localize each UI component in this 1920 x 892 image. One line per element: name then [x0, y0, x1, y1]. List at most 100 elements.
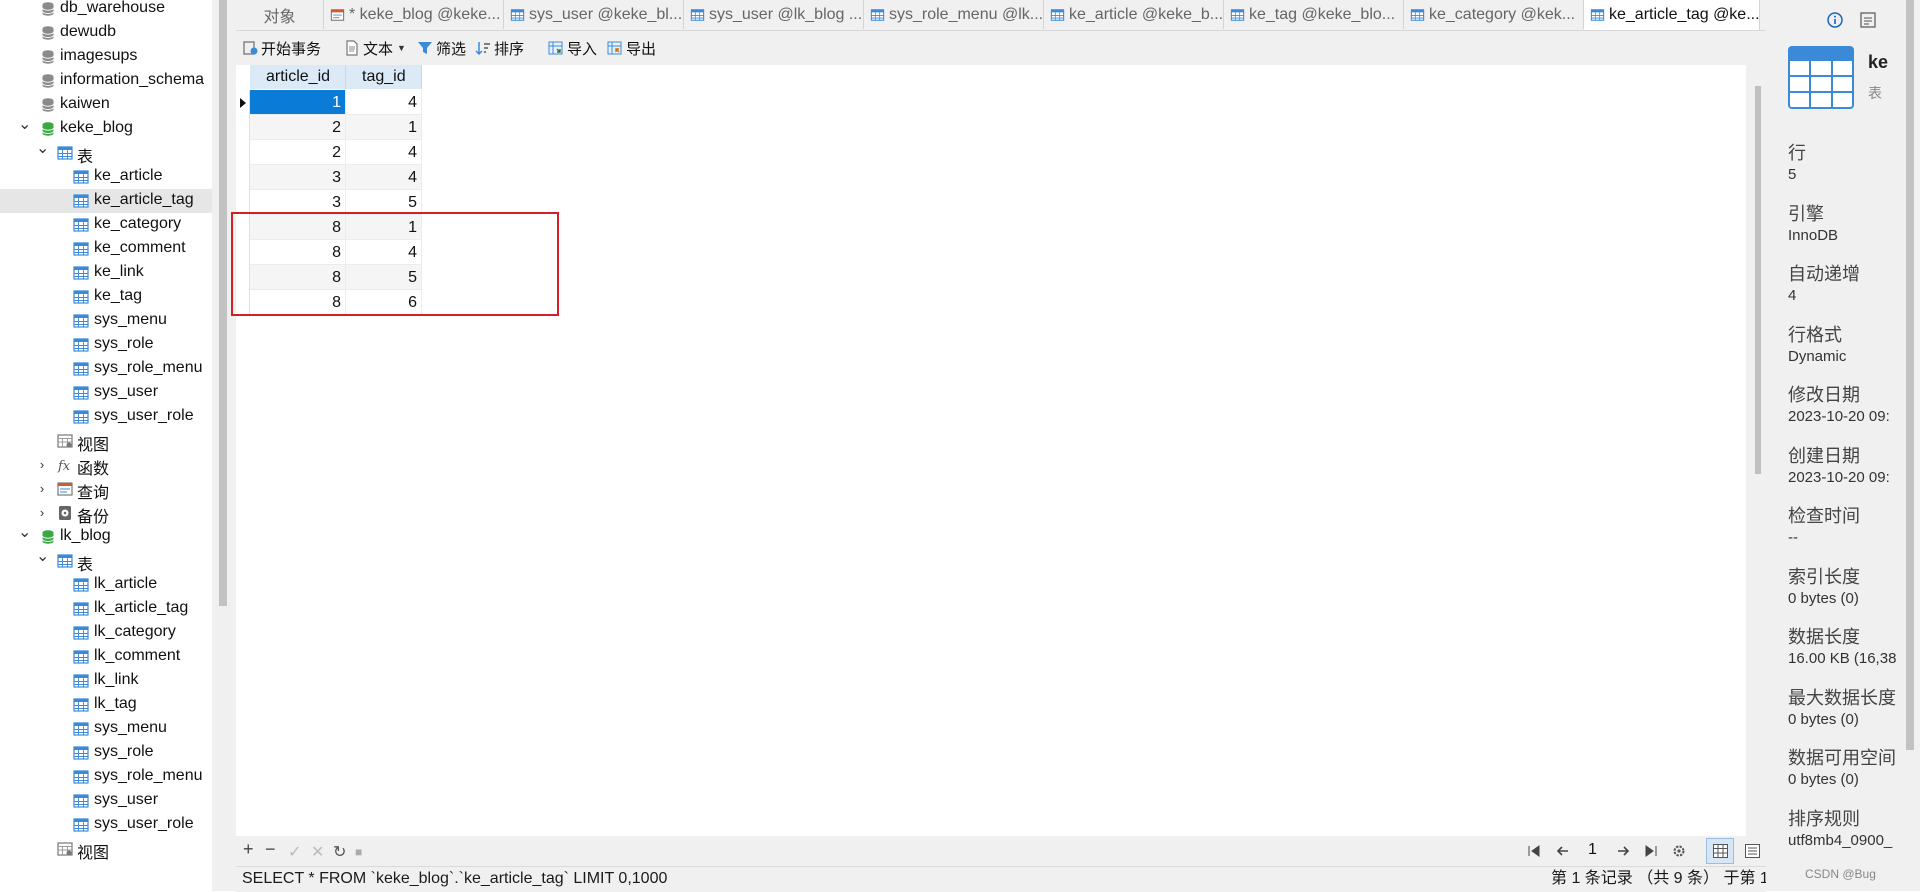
tree-item[interactable]: sys_user [0, 381, 212, 405]
tree-item[interactable]: dewudb [0, 21, 212, 45]
filter-button[interactable]: 筛选 [417, 37, 466, 59]
tree-item[interactable]: sys_role [0, 333, 212, 357]
add-record-button[interactable]: + [243, 839, 254, 860]
table-row[interactable]: 14 [236, 90, 422, 115]
tree-item[interactable]: sys_user_role [0, 405, 212, 429]
tab-item[interactable]: ke_tag @keke_blo... [1224, 0, 1404, 29]
next-page-icon[interactable] [1616, 845, 1630, 857]
column-header-article-id[interactable]: article_id [250, 65, 346, 89]
tab-item[interactable]: sys_role_menu @lk... [864, 0, 1044, 29]
tree-item[interactable]: 视图 [0, 837, 212, 862]
navigator-scrollbar[interactable] [219, 0, 227, 606]
row-indicator[interactable] [236, 165, 250, 190]
chevron-down-icon[interactable]: ⌄ [18, 117, 31, 133]
chevron-right-icon[interactable]: › [36, 482, 48, 495]
refresh-button[interactable]: ↻ [333, 842, 346, 862]
cell-tag-id[interactable]: 1 [346, 115, 422, 140]
first-page-icon[interactable] [1527, 845, 1541, 857]
cell-tag-id[interactable]: 4 [346, 90, 422, 115]
tab-label: ke_category @kek... [1429, 5, 1576, 23]
chevron-right-icon[interactable]: › [36, 458, 48, 471]
tree-item[interactable]: ke_comment [0, 237, 212, 261]
tree-item[interactable]: › 备份 [0, 501, 212, 526]
tree-item[interactable]: ke_article_tag [0, 189, 212, 213]
cell-article-id[interactable]: 1 [250, 90, 346, 115]
cell-tag-id[interactable]: 4 [346, 165, 422, 190]
grid-scrollbar-thumb[interactable] [1755, 86, 1761, 474]
cell-article-id[interactable]: 3 [250, 165, 346, 190]
tree-item[interactable]: ⌄ keke_blog [0, 117, 212, 141]
table-icon [1590, 9, 1605, 21]
cell-article-id[interactable]: 2 [250, 115, 346, 140]
tree-item[interactable]: lk_category [0, 621, 212, 645]
delete-record-button[interactable]: − [265, 839, 276, 860]
tree-item[interactable]: lk_article [0, 573, 212, 597]
column-header-tag-id[interactable]: tag_id [346, 65, 422, 89]
form-view-icon[interactable] [1745, 844, 1760, 858]
tree-item-label: information_schema [60, 71, 205, 88]
tree-item[interactable]: ke_article [0, 165, 212, 189]
apply-changes-button[interactable]: ✓ [288, 842, 301, 862]
tree-item[interactable]: sys_menu [0, 717, 212, 741]
sort-button[interactable]: 排序 [475, 37, 524, 59]
tree-item[interactable]: › 查询 [0, 477, 212, 502]
tab-item[interactable]: sys_user @lk_blog ... [684, 0, 864, 29]
tab-item[interactable]: ke_category @kek... [1404, 0, 1584, 29]
text-view-button[interactable]: 文本 ▼ [344, 37, 406, 59]
tree-item-label: lk_category [94, 623, 176, 640]
tree-item[interactable]: lk_tag [0, 693, 212, 717]
tree-item[interactable]: 视图 [0, 429, 212, 454]
tree-item[interactable]: sys_user_role [0, 813, 212, 837]
begin-transaction-button[interactable]: 开始事务 [242, 37, 321, 59]
object-info-pane: ke 表 行 5 引擎 InnoDB 自动递增 4 行格式 Dynamic 修改日期 2023-1… [1766, 0, 1920, 891]
cell-article-id[interactable]: 2 [250, 140, 346, 165]
table-row[interactable]: 34 [236, 165, 422, 190]
chevron-down-icon[interactable]: ⌄ [36, 549, 49, 565]
chevron-down-icon[interactable]: ⌄ [36, 141, 49, 157]
tab-item[interactable]: sys_user @keke_bl... [504, 0, 684, 29]
tree-item[interactable]: lk_comment [0, 645, 212, 669]
row-indicator[interactable] [236, 140, 250, 165]
info-icon[interactable] [1827, 12, 1843, 28]
discard-changes-button[interactable]: ✕ [311, 842, 324, 862]
tree-item[interactable]: ke_link [0, 261, 212, 285]
tree-item[interactable]: ⌄ 表 [0, 141, 212, 167]
last-page-icon[interactable] [1644, 845, 1658, 857]
tree-item[interactable]: › fx 函数 [0, 453, 212, 478]
tree-item[interactable]: ⌄ 表 [0, 549, 212, 575]
tree-item[interactable]: sys_role_menu [0, 357, 212, 381]
tree-item[interactable]: sys_user [0, 789, 212, 813]
page-number-field[interactable]: 1 [1588, 841, 1597, 859]
table-row[interactable]: 21 [236, 115, 422, 140]
tree-item[interactable]: kaiwen [0, 93, 212, 117]
tree-item[interactable]: lk_article_tag [0, 597, 212, 621]
tree-item[interactable]: db_warehouse [0, 0, 212, 21]
tree-item[interactable]: information_schema [0, 69, 212, 93]
grid-view-toggle[interactable] [1706, 838, 1734, 864]
chevron-down-icon[interactable]: ⌄ [18, 525, 31, 541]
ddl-icon[interactable] [1860, 12, 1876, 28]
tab-item[interactable]: ke_article_tag @ke... [1584, 0, 1760, 30]
tree-item[interactable]: ke_category [0, 213, 212, 237]
tree-item[interactable]: lk_link [0, 669, 212, 693]
tree-item[interactable]: sys_role_menu [0, 765, 212, 789]
tab-item[interactable]: ke_article @keke_b... [1044, 0, 1224, 29]
tab-item[interactable]: * keke_blog @keke... [324, 0, 504, 29]
previous-page-icon[interactable] [1556, 845, 1570, 857]
row-indicator[interactable] [236, 90, 250, 115]
tree-item[interactable]: sys_role [0, 741, 212, 765]
export-button[interactable]: 导出 [607, 37, 656, 59]
tree-item[interactable]: ke_tag [0, 285, 212, 309]
settings-gear-icon[interactable] [1672, 844, 1686, 858]
cell-tag-id[interactable]: 4 [346, 140, 422, 165]
tree-item[interactable]: imagesups [0, 45, 212, 69]
stop-button[interactable]: ■ [355, 845, 362, 859]
row-indicator[interactable] [236, 115, 250, 140]
chevron-right-icon[interactable]: › [36, 506, 48, 519]
info-pane-scrollbar[interactable] [1906, 0, 1914, 750]
tree-item[interactable]: sys_menu [0, 309, 212, 333]
table-row[interactable]: 24 [236, 140, 422, 165]
tree-item[interactable]: ⌄ lk_blog [0, 525, 212, 549]
tab-item[interactable]: 对象 [236, 0, 324, 29]
import-button[interactable]: 导入 [548, 37, 597, 59]
